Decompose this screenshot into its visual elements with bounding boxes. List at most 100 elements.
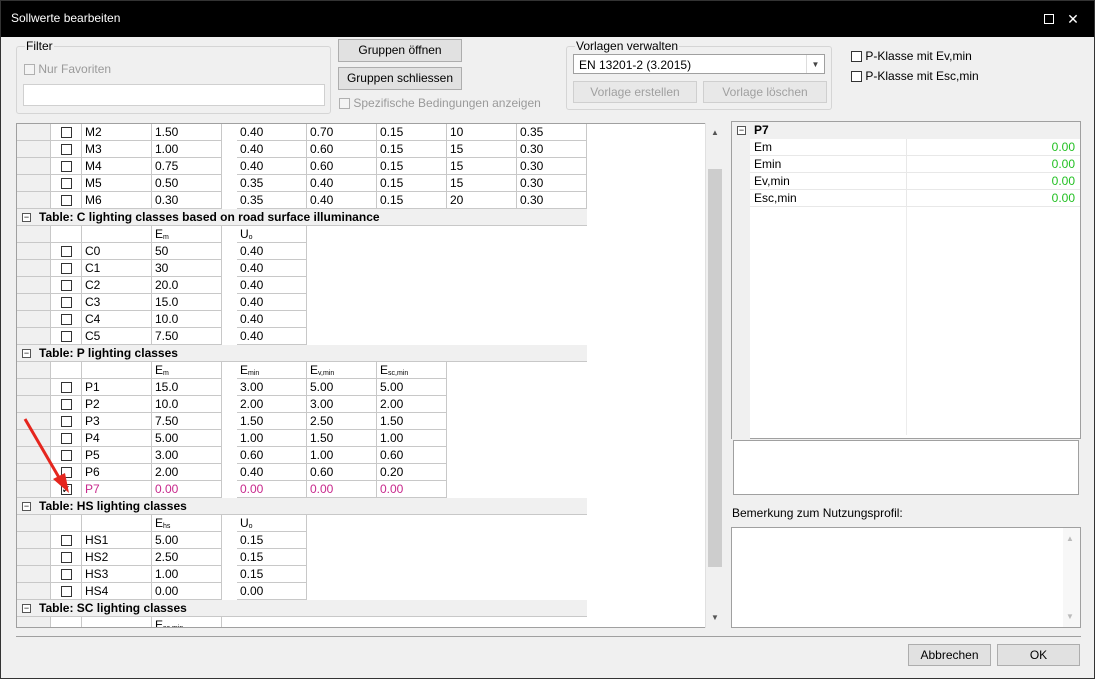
close-groups-button[interactable]: Gruppen schliessen	[338, 67, 462, 90]
maximize-button[interactable]	[1037, 7, 1061, 31]
property-value[interactable]: 0.00	[1052, 157, 1075, 171]
row-checkbox-cell[interactable]	[51, 158, 82, 175]
p-class-esc-row[interactable]: P-Klasse mit Esc,min	[851, 69, 979, 83]
table-row-c[interactable]: C2 20.0 0.40	[17, 277, 707, 294]
row-checkbox[interactable]	[60, 535, 72, 547]
row-checkbox-cell[interactable]	[51, 124, 82, 141]
section-sc-classes[interactable]: − Table: SC lighting classes	[17, 600, 587, 617]
template-select[interactable]: EN 13201-2 (3.2015) ▼	[573, 54, 825, 74]
collapse-icon[interactable]: −	[22, 349, 31, 358]
cancel-button[interactable]: Abbrechen	[908, 644, 991, 666]
p-class-ev-row[interactable]: P-Klasse mit Ev,min	[851, 49, 972, 63]
delete-template-button[interactable]: Vorlage löschen	[703, 81, 827, 103]
table-row-p[interactable]: P5 3.00 0.60 1.00 0.60	[17, 447, 707, 464]
collapse-icon[interactable]: −	[22, 604, 31, 613]
collapse-icon[interactable]: −	[737, 126, 746, 135]
table-row-p[interactable]: P4 5.00 1.00 1.50 1.00	[17, 430, 707, 447]
row-checkbox[interactable]	[60, 280, 72, 292]
note-scroll-up-icon[interactable]: ▲	[1066, 534, 1074, 543]
ok-button[interactable]: OK	[997, 644, 1080, 666]
table-row-hs[interactable]: HS4 0.00 0.00	[17, 583, 707, 600]
row-checkbox-cell[interactable]	[51, 277, 82, 294]
table-row-m[interactable]: M3 1.00 0.40 0.60 0.15 15 0.30	[17, 141, 707, 158]
section-c-classes[interactable]: − Table: C lighting classes based on road…	[17, 209, 587, 226]
properties-header[interactable]: − P7	[732, 122, 1080, 139]
row-checkbox[interactable]	[60, 178, 72, 190]
grid-scrollbar[interactable]: ▲ ▼	[705, 123, 724, 628]
section-p-classes[interactable]: − Table: P lighting classes	[17, 345, 587, 362]
create-template-button[interactable]: Vorlage erstellen	[573, 81, 697, 103]
table-row-c[interactable]: C5 7.50 0.40	[17, 328, 707, 345]
table-row-m[interactable]: M5 0.50 0.35 0.40 0.15 15 0.30	[17, 175, 707, 192]
specific-conditions-row[interactable]: Spezifische Bedingungen anzeigen	[339, 96, 541, 110]
property-row[interactable]: Esc,min 0.00	[732, 190, 1080, 207]
chevron-down-icon[interactable]: ▼	[806, 55, 824, 73]
table-row-p[interactable]: P3 7.50 1.50 2.50 1.50	[17, 413, 707, 430]
table-row-c[interactable]: C0 50 0.40	[17, 243, 707, 260]
collapse-icon[interactable]: −	[22, 502, 31, 511]
row-checkbox-cell[interactable]	[51, 311, 82, 328]
p-class-ev-checkbox[interactable]	[851, 51, 862, 63]
row-checkbox[interactable]	[60, 552, 72, 564]
table-row-p[interactable]: P6 2.00 0.40 0.60 0.20	[17, 464, 707, 481]
table-row-p[interactable]: P1 15.0 3.00 5.00 5.00	[17, 379, 707, 396]
row-checkbox[interactable]	[60, 569, 72, 581]
table-row-c[interactable]: C3 15.0 0.40	[17, 294, 707, 311]
table-row-hs[interactable]: HS2 2.50 0.15	[17, 549, 707, 566]
table-row-m[interactable]: M2 1.50 0.40 0.70 0.15 10 0.35	[17, 124, 707, 141]
scroll-thumb[interactable]	[708, 169, 722, 567]
row-checkbox-cell[interactable]	[51, 175, 82, 192]
row-checkbox[interactable]	[60, 382, 72, 394]
close-button[interactable]: ✕	[1061, 7, 1085, 31]
lighting-classes-grid[interactable]: M2 1.50 0.40 0.70 0.15 10 0.35 M3 1.00 0.40 0.60 0.…	[16, 123, 724, 628]
row-checkbox[interactable]	[60, 144, 72, 156]
property-row[interactable]: Ev,min 0.00	[732, 173, 1080, 190]
row-checkbox-cell[interactable]	[51, 549, 82, 566]
table-row-hs[interactable]: HS3 1.00 0.15	[17, 566, 707, 583]
table-row-m[interactable]: M6 0.30 0.35 0.40 0.15 20 0.30	[17, 192, 707, 209]
specific-conditions-checkbox[interactable]	[339, 98, 350, 110]
p-class-esc-checkbox[interactable]	[851, 71, 862, 83]
row-checkbox[interactable]	[60, 399, 72, 411]
table-row-m[interactable]: M4 0.75 0.40 0.60 0.15 15 0.30	[17, 158, 707, 175]
favorites-checkbox[interactable]	[24, 64, 35, 76]
row-checkbox-cell[interactable]	[51, 379, 82, 396]
note-textarea[interactable]: ▲ ▼	[731, 527, 1081, 628]
row-checkbox-cell[interactable]	[51, 141, 82, 158]
row-checkbox-cell[interactable]	[51, 396, 82, 413]
property-value[interactable]: 0.00	[1052, 140, 1075, 154]
note-scroll-down-icon[interactable]: ▼	[1066, 612, 1074, 621]
filter-search-input[interactable]	[23, 84, 325, 106]
row-checkbox[interactable]	[60, 331, 72, 343]
row-checkbox[interactable]	[60, 161, 72, 173]
row-checkbox-cell[interactable]	[51, 260, 82, 277]
row-checkbox[interactable]	[60, 195, 72, 207]
row-checkbox[interactable]	[60, 246, 72, 258]
scroll-up-icon[interactable]: ▲	[707, 125, 723, 141]
property-value[interactable]: 0.00	[1052, 174, 1075, 188]
row-checkbox-cell[interactable]	[51, 532, 82, 549]
row-checkbox-cell[interactable]	[51, 566, 82, 583]
note-scrollbar[interactable]: ▲ ▼	[1063, 528, 1080, 627]
row-checkbox[interactable]	[60, 263, 72, 275]
row-checkbox-cell[interactable]	[51, 328, 82, 345]
table-row-hs[interactable]: HS1 5.00 0.15	[17, 532, 707, 549]
title-bar[interactable]: Sollwerte bearbeiten ✕	[1, 1, 1094, 37]
table-row-p[interactable]: P2 10.0 2.00 3.00 2.00	[17, 396, 707, 413]
section-hs-classes[interactable]: − Table: HS lighting classes	[17, 498, 587, 515]
row-checkbox[interactable]	[60, 586, 72, 598]
row-checkbox-cell[interactable]	[51, 583, 82, 600]
open-groups-button[interactable]: Gruppen öffnen	[338, 39, 462, 62]
property-row[interactable]: Emin 0.00	[732, 156, 1080, 173]
table-row-p[interactable]: P70.000.000.000.00	[17, 481, 707, 498]
property-row[interactable]: Em 0.00	[732, 139, 1080, 156]
collapse-icon[interactable]: −	[22, 213, 31, 222]
row-checkbox-cell[interactable]	[51, 294, 82, 311]
row-checkbox[interactable]	[60, 127, 72, 139]
row-checkbox-cell[interactable]	[51, 192, 82, 209]
row-checkbox[interactable]	[60, 297, 72, 309]
property-value[interactable]: 0.00	[1052, 191, 1075, 205]
table-row-c[interactable]: C4 10.0 0.40	[17, 311, 707, 328]
scroll-down-icon[interactable]: ▼	[707, 610, 723, 626]
row-checkbox-cell[interactable]	[51, 243, 82, 260]
